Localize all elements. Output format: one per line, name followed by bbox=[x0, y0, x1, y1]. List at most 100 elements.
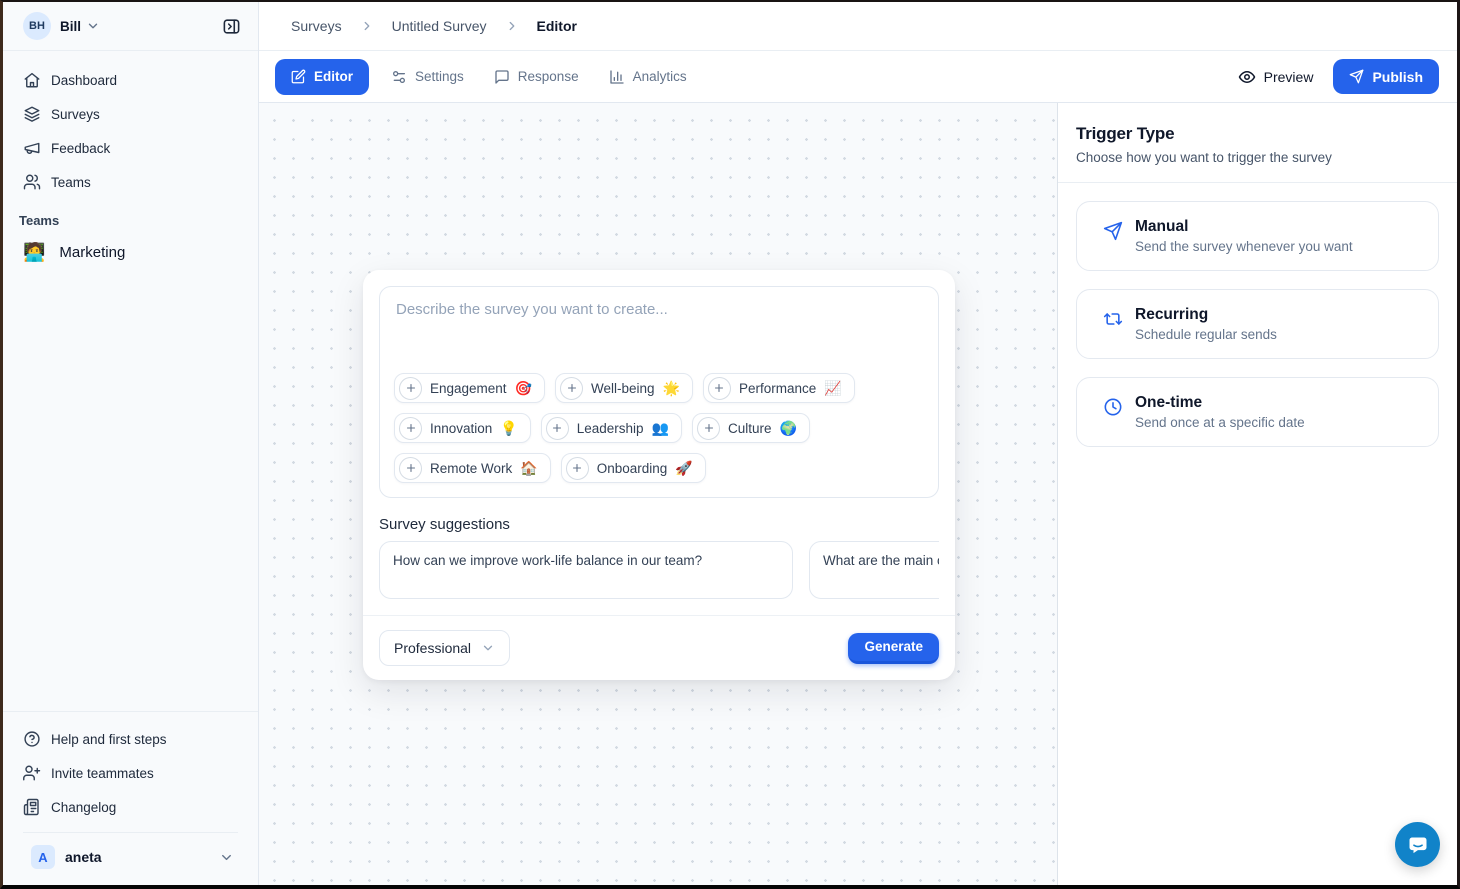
publish-button[interactable]: Publish bbox=[1333, 59, 1439, 94]
app-window: BH Bill Dashboard Surveys bbox=[0, 0, 1460, 889]
editor-canvas[interactable]: Engagement 🎯 Well-being 🌟 Performance bbox=[259, 103, 1057, 885]
sidebar-item-label: Invite teammates bbox=[51, 766, 154, 781]
chip-onboarding[interactable]: Onboarding 🚀 bbox=[561, 453, 706, 483]
clock-icon bbox=[1103, 397, 1123, 417]
tab-label: Response bbox=[518, 69, 579, 84]
send-icon bbox=[1349, 69, 1364, 84]
panel-title: Trigger Type bbox=[1076, 124, 1439, 144]
chip-performance[interactable]: Performance 📈 bbox=[703, 373, 855, 403]
survey-prompt-input[interactable] bbox=[380, 287, 938, 369]
chip-label: Culture bbox=[728, 421, 772, 436]
sidebar-footer: Help and first steps Invite teammates Ch… bbox=[3, 711, 258, 885]
breadcrumb: Surveys Untitled Survey Editor bbox=[259, 2, 1457, 51]
chip-well-being[interactable]: Well-being 🌟 bbox=[555, 373, 693, 403]
layers-icon bbox=[23, 105, 41, 123]
chip-label: Onboarding bbox=[597, 461, 668, 476]
eye-icon bbox=[1238, 68, 1256, 86]
generate-button[interactable]: Generate bbox=[848, 633, 939, 664]
chevron-down-icon bbox=[481, 641, 495, 655]
team-label: Marketing bbox=[59, 244, 125, 261]
suggestions-title: Survey suggestions bbox=[363, 498, 955, 541]
sidebar-item-feedback[interactable]: Feedback bbox=[11, 131, 250, 165]
trigger-option-description: Schedule regular sends bbox=[1135, 327, 1277, 342]
account-avatar: A bbox=[31, 845, 55, 869]
plus-icon bbox=[399, 377, 422, 400]
plus-icon bbox=[708, 377, 731, 400]
prompt-box: Engagement 🎯 Well-being 🌟 Performance bbox=[379, 286, 939, 498]
trigger-option-one-time[interactable]: One-time Send once at a specific date bbox=[1076, 377, 1439, 447]
workspace-avatar: BH bbox=[23, 12, 51, 40]
chip-label: Leadership bbox=[577, 421, 644, 436]
chip-label: Innovation bbox=[430, 421, 492, 436]
breadcrumb-untitled-survey[interactable]: Untitled Survey bbox=[392, 18, 487, 34]
home-icon bbox=[23, 71, 41, 89]
plus-icon bbox=[399, 417, 422, 440]
tab-response[interactable]: Response bbox=[494, 69, 579, 85]
send-icon bbox=[1103, 221, 1123, 241]
survey-composer-card: Engagement 🎯 Well-being 🌟 Performance bbox=[363, 270, 955, 680]
sidebar: BH Bill Dashboard Surveys bbox=[3, 2, 259, 885]
account-menu[interactable]: A aneta bbox=[11, 833, 250, 885]
plus-icon bbox=[566, 457, 589, 480]
chip-emoji-icon: 💡 bbox=[500, 421, 517, 435]
chip-innovation[interactable]: Innovation 💡 bbox=[394, 413, 531, 443]
trigger-option-recurring[interactable]: Recurring Schedule regular sends bbox=[1076, 289, 1439, 359]
topic-chips: Engagement 🎯 Well-being 🌟 Performance bbox=[380, 369, 938, 497]
chip-emoji-icon: 🚀 bbox=[675, 461, 692, 475]
preview-button[interactable]: Preview bbox=[1238, 68, 1314, 86]
tab-label: Analytics bbox=[633, 69, 687, 84]
tab-label: Editor bbox=[314, 69, 353, 84]
sidebar-item-dashboard[interactable]: Dashboard bbox=[11, 63, 250, 97]
sidebar-item-label: Dashboard bbox=[51, 73, 117, 88]
trigger-options: Manual Send the survey whenever you want… bbox=[1058, 183, 1457, 465]
breadcrumb-surveys[interactable]: Surveys bbox=[291, 18, 342, 34]
chat-launcher-button[interactable] bbox=[1395, 822, 1440, 867]
sidebar-collapse-button[interactable] bbox=[218, 13, 244, 39]
sidebar-item-invite[interactable]: Invite teammates bbox=[11, 756, 250, 790]
main-area: Surveys Untitled Survey Editor Editor Se… bbox=[259, 2, 1457, 885]
sidebar-item-teams[interactable]: Teams bbox=[11, 165, 250, 199]
chip-engagement[interactable]: Engagement 🎯 bbox=[394, 373, 545, 403]
chip-remote-work[interactable]: Remote Work 🏠 bbox=[394, 453, 551, 483]
chevron-right-icon bbox=[360, 19, 374, 33]
sidebar-item-label: Help and first steps bbox=[51, 732, 167, 747]
sidebar-item-team-marketing[interactable]: 🧑‍💻 Marketing bbox=[11, 234, 250, 270]
sidebar-item-label: Surveys bbox=[51, 107, 100, 122]
sidebar-nav: Dashboard Surveys Feedback Teams bbox=[3, 51, 258, 199]
sidebar-item-label: Teams bbox=[51, 175, 91, 190]
suggestion-card[interactable]: What are the main ob bbox=[809, 541, 939, 599]
sidebar-item-label: Changelog bbox=[51, 800, 116, 815]
tone-select[interactable]: Professional bbox=[379, 630, 510, 666]
users-icon bbox=[23, 173, 41, 191]
trigger-option-title: Manual bbox=[1135, 218, 1353, 236]
chip-emoji-icon: 🏠 bbox=[520, 461, 537, 475]
chevron-right-icon bbox=[505, 19, 519, 33]
user-plus-icon bbox=[23, 764, 41, 782]
bar-chart-icon bbox=[609, 69, 625, 85]
trigger-option-manual[interactable]: Manual Send the survey whenever you want bbox=[1076, 201, 1439, 271]
changelog-icon bbox=[23, 798, 41, 816]
sidebar-item-surveys[interactable]: Surveys bbox=[11, 97, 250, 131]
workspace-name: Bill bbox=[60, 19, 81, 34]
suggestion-card[interactable]: How can we improve work-life balance in … bbox=[379, 541, 793, 599]
tab-editor[interactable]: Editor bbox=[275, 59, 369, 95]
panel-collapse-icon bbox=[222, 17, 241, 36]
trigger-type-panel: Trigger Type Choose how you want to trig… bbox=[1057, 103, 1457, 885]
tab-settings[interactable]: Settings bbox=[391, 69, 464, 85]
chip-emoji-icon: 🌍 bbox=[780, 421, 797, 435]
workspace-switcher[interactable]: BH Bill bbox=[3, 2, 258, 51]
breadcrumb-editor: Editor bbox=[537, 18, 577, 34]
repeat-icon bbox=[1103, 309, 1123, 329]
plus-icon bbox=[399, 457, 422, 480]
chip-culture[interactable]: Culture 🌍 bbox=[692, 413, 810, 443]
chip-label: Well-being bbox=[591, 381, 655, 396]
tab-analytics[interactable]: Analytics bbox=[609, 69, 687, 85]
megaphone-icon bbox=[23, 139, 41, 157]
publish-label: Publish bbox=[1372, 69, 1423, 85]
sidebar-item-help[interactable]: Help and first steps bbox=[11, 722, 250, 756]
composer-footer: Professional Generate bbox=[363, 615, 955, 680]
chip-leadership[interactable]: Leadership 👥 bbox=[541, 413, 682, 443]
editor-toolbar: Editor Settings Response Analytics Previ… bbox=[259, 51, 1457, 102]
tab-label: Settings bbox=[415, 69, 464, 84]
sidebar-item-changelog[interactable]: Changelog bbox=[11, 790, 250, 824]
